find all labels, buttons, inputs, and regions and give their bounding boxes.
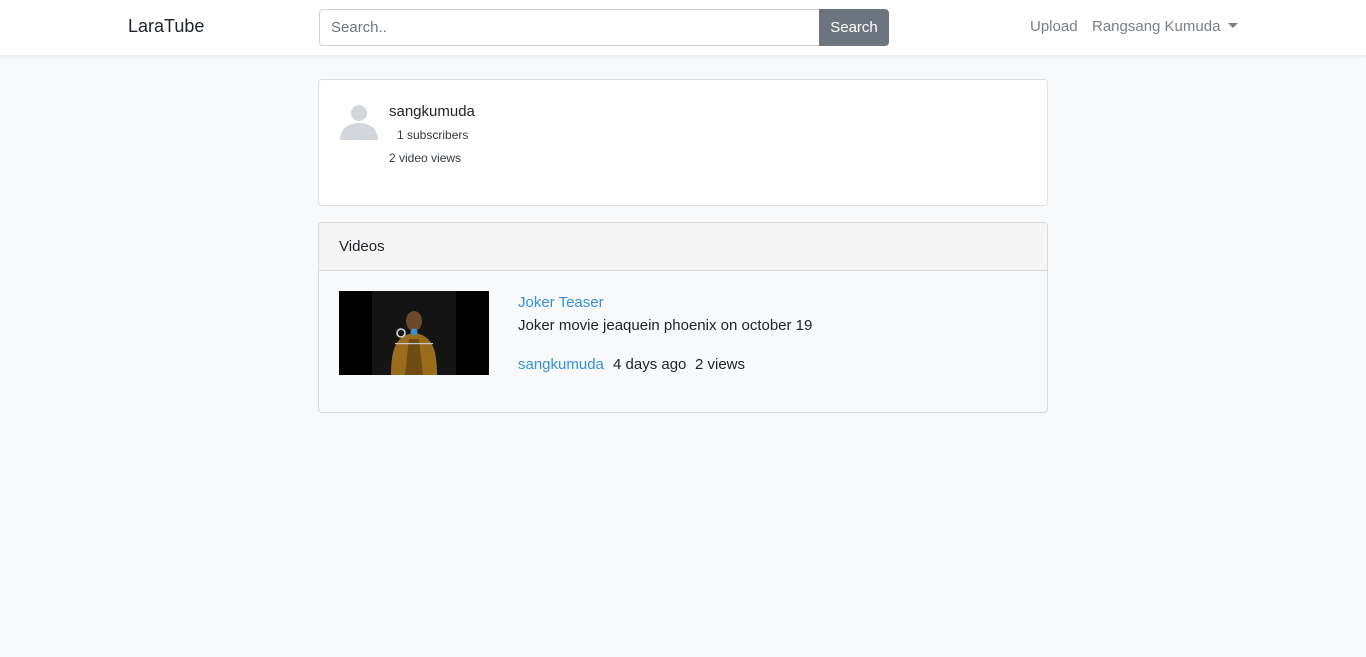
upload-link[interactable]: Upload [1030,18,1078,35]
top-navbar: LaraTube Search Upload Rangsang Kumuda [0,0,1366,55]
user-dropdown-toggle[interactable]: Rangsang Kumuda [1092,18,1239,35]
search-button[interactable]: Search [819,9,889,46]
video-thumbnail[interactable] [339,291,489,375]
video-description: Joker movie jeaquein phoenix on october … [518,317,813,334]
caret-down-icon [1228,23,1239,28]
video-channel-link[interactable]: sangkumuda [518,356,604,373]
subscriber-count: 1 subscribers [397,128,469,142]
videos-header-title: Videos [339,238,385,255]
video-views-count: 2 video views [389,151,462,165]
search-input[interactable] [319,9,820,46]
channel-name: sangkumuda [389,103,475,120]
channel-profile-card: sangkumuda 1 subscribers 2 video views [318,79,1048,206]
user-name-label: Rangsang Kumuda [1092,18,1221,35]
videos-card-header: Videos [319,223,1047,271]
video-title-link[interactable]: Joker Teaser [518,294,604,311]
video-upload-time: 4 days ago [613,356,687,373]
video-view-count: 2 views [695,356,746,373]
user-silhouette-icon [339,100,379,140]
videos-card: Videos Joker Teaser Joker movie jeaquein… [318,222,1048,413]
brand-logo-link[interactable]: LaraTube [128,16,204,37]
